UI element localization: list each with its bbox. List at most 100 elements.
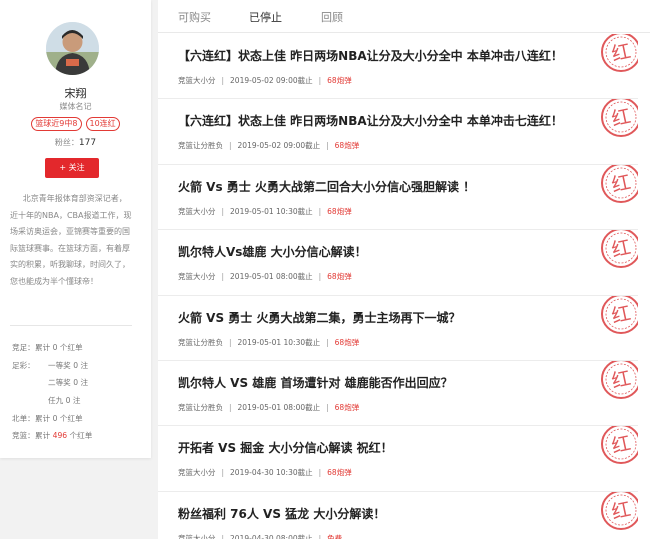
red-stamp-icon: 红: [601, 426, 638, 465]
fans-number: 177: [78, 138, 97, 148]
article-meta: 竞篮让分胜负 | 2019-05-02 09:00截止 | 68炮弹: [178, 140, 359, 151]
article-deadline: 2019-04-30 08:00截止: [230, 533, 313, 539]
article-price: 68炮弹: [334, 141, 360, 151]
article-type: 竞篮大小分: [178, 206, 216, 216]
fans-label: 粉丝：: [54, 138, 79, 147]
author-title: 媒体名记: [59, 102, 92, 111]
stamp-text: 红: [610, 498, 633, 523]
article-deadline: 2019-05-01 10:30截止: [230, 206, 313, 216]
stat-row: 竞足： 累计 0 个红单: [12, 342, 147, 360]
red-stamp-icon: 红: [601, 491, 638, 530]
separator: |: [229, 403, 232, 412]
status-badge: 篮球近9中8: [31, 117, 82, 131]
stat-value: 累计 0 个红单: [35, 413, 83, 423]
tab-available[interactable]: 可购买: [178, 9, 211, 25]
separator: |: [318, 76, 322, 85]
stat-suffix: 个红单: [67, 431, 93, 441]
article-price: 68炮弹: [327, 468, 352, 478]
separator: |: [221, 468, 225, 478]
article-price: 免费: [327, 533, 343, 539]
list-item[interactable]: 【六连红】状态上佳 昨日两场NBA让分及大小分全中 本单冲击七连红！ 竞篮让分胜负…: [158, 99, 638, 165]
stat-row: 二等奖 0 注: [12, 377, 147, 395]
status-badge: 10连红: [85, 117, 120, 131]
article-price: 68炮弹: [334, 403, 360, 412]
record-stats: 竞足： 累计 0 个红单 足彩： 一等奖 0 注 二等奖 0 注 任九 0 注 北单…: [12, 342, 147, 448]
article-title[interactable]: 火箭 Vs 勇士 火勇大战第二回合大小分信心强胆解读 ！: [178, 178, 475, 195]
red-stamp-icon: 红: [601, 164, 638, 203]
stamp-text: 红: [610, 433, 633, 458]
separator: |: [229, 141, 232, 151]
red-stamp-icon: 红: [601, 230, 638, 269]
article-price: 68炮弹: [327, 272, 352, 282]
article-meta: 竞篮大小分 | 2019-05-01 08:00截止 | 68炮弹: [178, 271, 352, 282]
list-item[interactable]: 开拓者 VS 掘金 大小分信心解读 祝红！ 竞篮大小分 | 2019-04-30 10…: [158, 426, 638, 492]
red-stamp-icon: 红: [601, 361, 638, 399]
stamp-text: 红: [610, 367, 633, 392]
stamp-text: 红: [610, 302, 633, 327]
article-title[interactable]: 【六连红】状态上佳 昨日两场NBA让分及大小分全中 本单冲击八连红！: [178, 47, 563, 64]
tab-stopped[interactable]: 已停止: [249, 9, 282, 25]
follow-button[interactable]: + 关注: [45, 158, 99, 178]
stat-label: 竞足：: [12, 343, 35, 352]
divider: [10, 325, 132, 326]
article-type: 竞篮大小分: [178, 468, 216, 478]
article-title[interactable]: 开拓者 VS 掘金 大小分信心解读 祝红！: [178, 439, 393, 456]
list-item[interactable]: 粉丝福利 76人 VS 猛龙 大小分解读！ 竞篮大小分 | 2019-04-30 08…: [158, 491, 638, 539]
article-title[interactable]: 凯尔特人Vs雄鹿 大小分信心解读！: [178, 243, 367, 260]
article-title[interactable]: 粉丝福利 76人 VS 猛龙 大小分解读！: [178, 505, 385, 522]
fans-count: 粉丝：177: [0, 137, 151, 148]
article-deadline: 2019-05-02 09:00截止: [237, 141, 321, 151]
stat-label: 竞篮：: [12, 431, 35, 441]
stat-row: 任九 0 注: [12, 395, 147, 413]
article-title[interactable]: 凯尔特人 VS 雄鹿 首场遭针对 雄鹿能否作出回应？: [178, 374, 453, 391]
tab-bar: 可购买 已停止 回顾: [158, 0, 650, 33]
separator: |: [318, 468, 322, 478]
stat-row: 足彩： 一等奖 0 注: [12, 360, 147, 378]
article-deadline: 2019-05-01 08:00截止: [237, 403, 321, 412]
author-bio: 北京青年报体育部资深记者，近十年的NBA，CBA报道工作，现场采访奥运会，亚锦赛…: [10, 194, 132, 286]
separator: |: [326, 337, 329, 347]
separator: |: [326, 403, 329, 412]
article-meta: 竞篮让分胜负 | 2019-05-01 10:30截止 | 68炮弹: [178, 337, 359, 348]
separator: |: [318, 272, 322, 282]
stamp-text: 红: [610, 106, 633, 131]
article-deadline: 2019-05-01 08:00截止: [230, 272, 313, 282]
author-sidebar: 宋翔 媒体名记 篮球近9中8 10连红 粉丝：177 + 关注 北京青年报体育部资…: [0, 0, 151, 458]
article-type: 竞篮让分胜负: [178, 403, 223, 412]
article-type: 竞篮大小分: [178, 272, 216, 282]
article-type: 竞篮大小分: [178, 533, 216, 539]
separator: |: [229, 337, 232, 347]
avatar[interactable]: [46, 22, 99, 75]
author-name: 宋翔: [64, 87, 87, 100]
separator: |: [318, 206, 322, 216]
article-title[interactable]: 火箭 VS 勇士 火勇大战第二集，勇士主场再下一城？: [178, 309, 460, 326]
list-item[interactable]: 凯尔特人 VS 雄鹿 首场遭针对 雄鹿能否作出回应？ 竞篮让分胜负 | 2019-05…: [158, 361, 638, 427]
article-type: 竞篮大小分: [178, 76, 216, 85]
article-meta: 竞篮大小分 | 2019-05-02 09:00截止 | 68炮弹: [178, 75, 352, 86]
separator: |: [221, 206, 225, 216]
separator: |: [318, 533, 322, 539]
list-item[interactable]: 【六连红】状态上佳 昨日两场NBA让分及大小分全中 本单冲击八连红！ 竞篮大小分 |…: [158, 34, 638, 100]
stat-value: 二等奖 0 注: [48, 378, 89, 388]
article-price: 68炮弹: [334, 337, 360, 347]
stamp-text: 红: [610, 236, 633, 261]
list-item[interactable]: 火箭 Vs 勇士 火勇大战第二回合大小分信心强胆解读 ！ 竞篮大小分 | 2019-0…: [158, 164, 638, 231]
article-deadline: 2019-04-30 10:30截止: [230, 468, 313, 478]
stat-value: 一等奖 0 注: [48, 360, 89, 370]
article-meta: 竞篮大小分 | 2019-04-30 08:00截止 | 免费: [178, 533, 342, 539]
stat-row: 竞篮： 累计 496 个红单: [12, 430, 147, 448]
article-meta: 竞篮让分胜负 | 2019-05-01 08:00截止 | 68炮弹: [178, 402, 359, 413]
stat-prefix: 累计: [35, 431, 53, 441]
stat-highlight: 496: [52, 431, 68, 441]
article-price: 68炮弹: [327, 206, 352, 216]
separator: |: [221, 533, 225, 539]
tab-review[interactable]: 回顾: [321, 9, 343, 25]
article-type: 竞篮让分胜负: [178, 141, 223, 151]
article-title[interactable]: 【六连红】状态上佳 昨日两场NBA让分及大小分全中 本单冲击七连红！: [178, 112, 563, 129]
author-badges: 篮球近9中8 10连红: [0, 117, 151, 131]
separator: |: [221, 272, 225, 282]
article-meta: 竞篮大小分 | 2019-05-01 10:30截止 | 68炮弹: [178, 206, 352, 217]
list-item[interactable]: 凯尔特人Vs雄鹿 大小分信心解读！ 竞篮大小分 | 2019-05-01 08:00截…: [158, 230, 638, 296]
list-item[interactable]: 火箭 VS 勇士 火勇大战第二集，勇士主场再下一城？ 竞篮让分胜负 | 2019-05…: [158, 295, 638, 361]
stat-value: 任九 0 注: [48, 396, 81, 406]
